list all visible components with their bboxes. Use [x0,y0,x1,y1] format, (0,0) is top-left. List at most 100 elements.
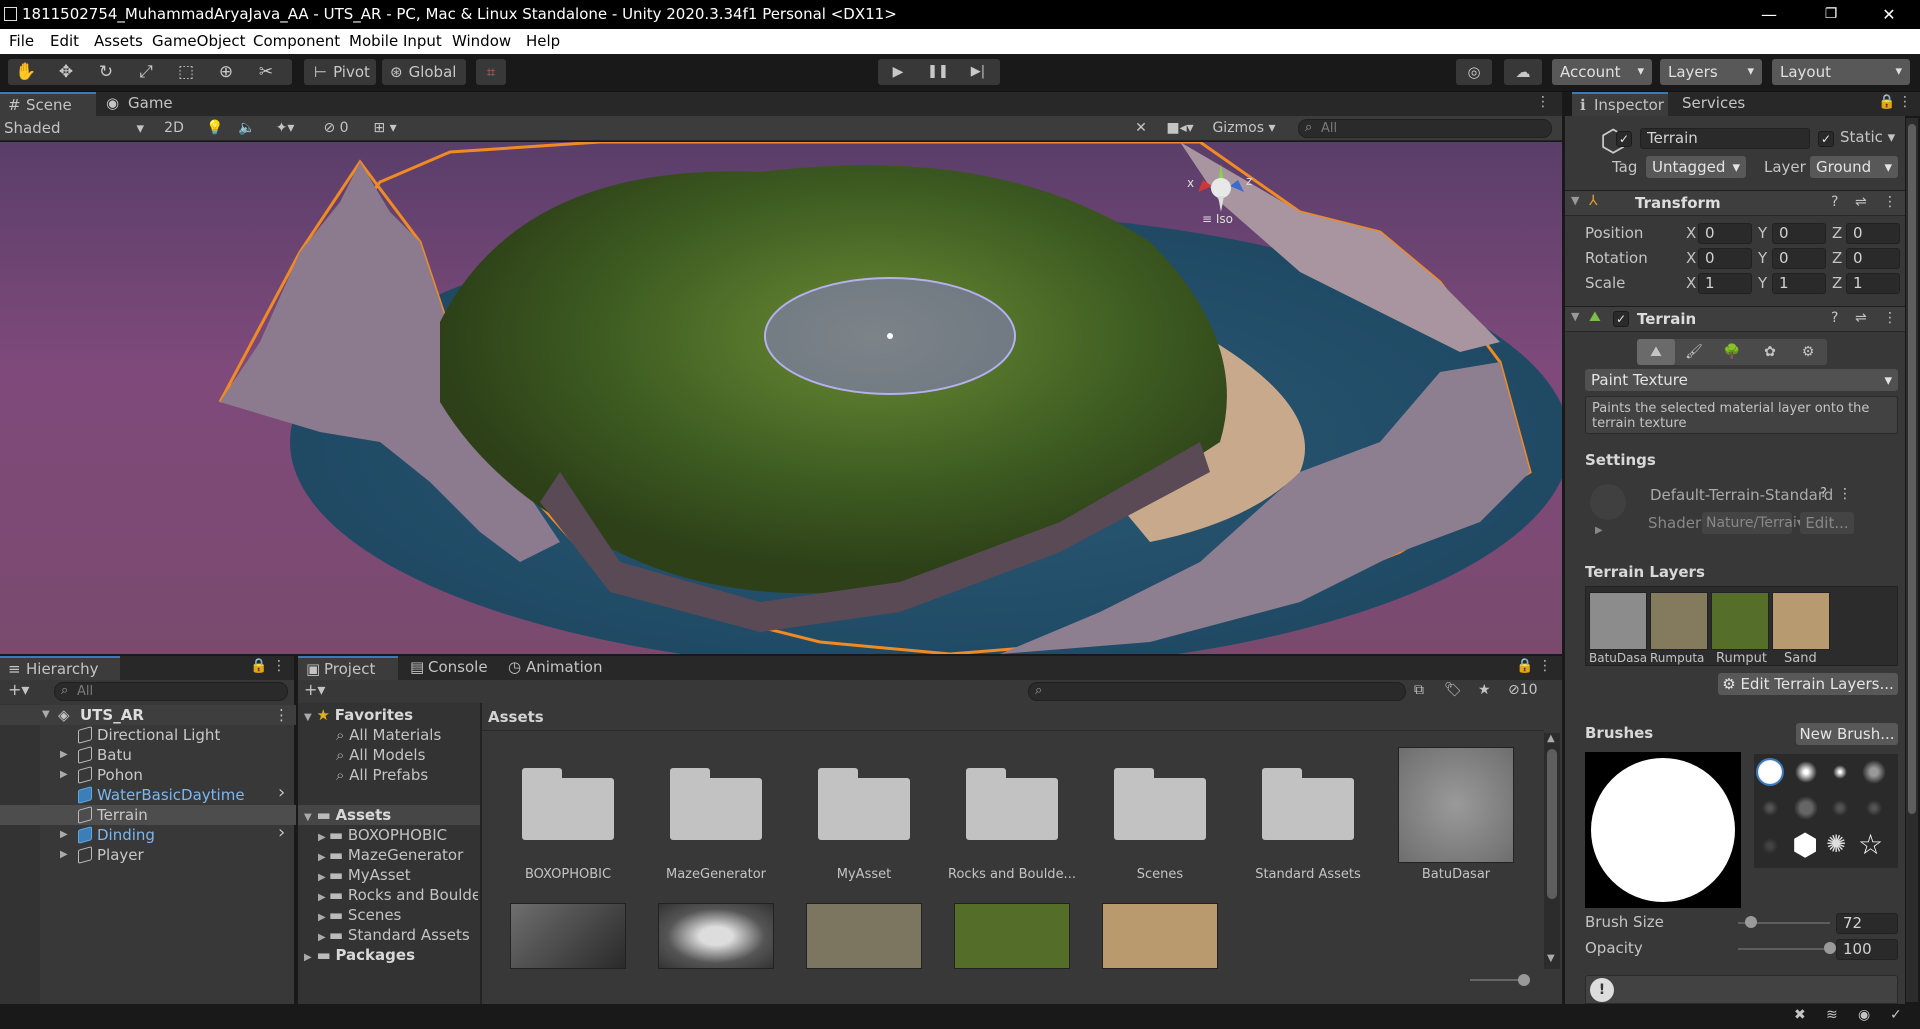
folder-icon[interactable] [1114,766,1206,840]
asset-tree-item[interactable]: ▶ ▬ Rocks and Boulde [318,885,478,905]
foldout-arrow-icon[interactable]: ▶ [318,832,329,843]
brush-dot-icon[interactable] [1826,794,1854,822]
brush-size-field[interactable]: 72 [1836,913,1898,934]
tab-scene[interactable]: # Scene [0,92,96,116]
tab-project[interactable]: ▣ Project [298,656,398,680]
rotation-y-field[interactable]: 0 [1772,248,1826,269]
hidden-objects-toggle[interactable]: ⊘ 0 [316,118,356,139]
tag-dropdown[interactable]: Untagged ▾ [1646,156,1746,178]
scale-y-label[interactable]: Y [1758,272,1767,294]
bug-off-icon[interactable]: ✖ [1794,1007,1806,1023]
scene-menu-icon[interactable]: ⋮ [274,705,289,725]
foldout-arrow-icon[interactable]: ▼ [1571,194,1579,207]
lighting-toggle-icon[interactable]: 💡 [204,118,226,139]
scene-root-row[interactable]: ▼ ◈ UTS_AR ⋮ [0,705,296,725]
position-y-label[interactable]: Y [1758,222,1767,244]
tab-hierarchy[interactable]: ≡ Hierarchy [0,656,120,680]
foldout-arrow-icon[interactable]: ▶ [304,952,312,963]
position-x-field[interactable]: 0 [1698,223,1752,244]
favorite-item[interactable]: ⌕ All Prefabs [336,765,428,785]
scroll-up-icon[interactable]: ▲ [1547,733,1555,744]
edit-terrain-layers-button[interactable]: ⚙ Edit Terrain Layers... [1718,673,1898,695]
favorite-item[interactable]: ⌕ All Materials [336,725,441,745]
brush-small-icon[interactable] [1826,758,1854,786]
custom-tool-icon[interactable]: ✂ [248,59,284,85]
hierarchy-item[interactable]: ▶ Batu [0,745,296,765]
component-menu-icon[interactable]: ⋮ [1883,310,1897,326]
paint-brush-icon[interactable]: 🖌 [1675,339,1713,365]
rotation-z-field[interactable]: 0 [1846,248,1900,269]
project-menu-icon[interactable]: ⋮ [1538,658,1552,674]
asset-label[interactable]: MazeGenerator [646,867,786,882]
scale-x-label[interactable]: X [1686,272,1696,294]
scale-z-label[interactable]: Z [1832,272,1842,294]
folder-icon[interactable] [670,766,762,840]
transform-header[interactable]: ▼ ⅄ Transform ? ⇌ ⋮ [1565,190,1905,216]
brush-hard-icon[interactable] [1756,758,1784,786]
tools-icon[interactable]: ✕ [1130,118,1152,139]
foldout-arrow-icon[interactable]: ▶ [60,745,68,765]
lock-icon[interactable]: 🔒 [1516,658,1533,674]
thumbnail-size-knob[interactable] [1518,974,1530,986]
hierarchy-item[interactable]: ▶ Dinding › [0,823,296,845]
tab-game[interactable]: ◉ Game [98,92,182,116]
new-brush-button[interactable]: New Brush... [1796,723,1898,745]
brush-hexagon-icon[interactable]: ⬢ [1792,828,1818,863]
asset-thumb-rumput[interactable] [954,903,1070,969]
opacity-slider[interactable] [1738,942,1836,954]
static-dropdown[interactable]: Static ▾ [1840,128,1895,146]
layer-thumb-sand[interactable] [1772,592,1830,650]
trees-icon[interactable]: 🌳 [1713,339,1751,365]
active-checkbox[interactable]: ✓ [1616,131,1632,147]
brush-soft-icon[interactable] [1792,758,1820,786]
foldout-arrow-icon[interactable]: ▼ [304,712,312,723]
opacity-slider-knob[interactable] [1824,942,1836,954]
hierarchy-menu-icon[interactable]: ⋮ [272,658,286,674]
foldout-arrow-icon[interactable]: ▶ [318,852,329,863]
foldout-arrow-icon[interactable]: ▶ [60,825,68,845]
hidden-packages-toggle[interactable]: ⊘10 [1508,682,1538,698]
brush-burst-icon[interactable]: ✺ [1826,830,1846,858]
rotation-x-label[interactable]: X [1686,247,1696,269]
scene-viewport[interactable]: y x z ≡ Iso [0,142,1562,654]
foldout-arrow-icon[interactable]: ▶ [318,872,329,883]
scale-tool-icon[interactable]: ⤢ [128,59,164,85]
restore-button[interactable]: ❐ [1808,0,1854,29]
scale-z-field[interactable]: 1 [1846,273,1900,294]
position-z-field[interactable]: 0 [1846,223,1900,244]
scroll-thumb[interactable] [1547,749,1557,899]
scene-search-input[interactable]: All [1298,119,1552,138]
terrain-tool-dropdown[interactable]: Paint Texture ▾ [1585,369,1898,391]
pause-icon[interactable]: ❚❚ [920,59,956,85]
menu-component[interactable]: Component [253,32,340,50]
lighting-status-icon[interactable]: ◉ [1858,1007,1870,1023]
component-menu-icon[interactable]: ⋮ [1883,194,1897,210]
hierarchy-item[interactable]: WaterBasicDaytime › [0,783,296,805]
folder-icon[interactable] [522,766,614,840]
scroll-down-icon[interactable]: ▼ [1547,953,1555,964]
object-name-field[interactable]: Terrain [1640,128,1810,149]
details-icon[interactable]: ✿ [1751,339,1789,365]
shading-mode-dropdown[interactable]: Shaded ▾ [4,118,148,139]
menu-window[interactable]: Window [452,32,511,50]
terrain-component-header[interactable]: ▼ ⛰ ✓ Terrain ? ⇌ ⋮ [1565,306,1905,332]
layers-status-icon[interactable]: ≋ [1826,1007,1838,1023]
texture-thumbnail[interactable] [1398,747,1514,863]
menu-assets[interactable]: Assets [94,32,143,50]
hand-tool-icon[interactable]: ✋ [8,59,44,85]
tab-services[interactable]: Services [1670,92,1760,116]
check-status-icon[interactable]: ✓ [1890,1007,1902,1023]
project-search-input[interactable] [1028,682,1406,701]
rect-tool-icon[interactable]: ⬚ [168,59,204,85]
favorites-row[interactable]: ▼ ★ Favorites [304,705,413,725]
folder-icon[interactable] [966,766,1058,840]
hierarchy-item[interactable]: Terrain [0,805,296,825]
scene-tab-menu-icon[interactable]: ⋮ [1536,94,1550,110]
lock-icon[interactable]: 🔒 [1878,94,1895,110]
brush-size-slider[interactable] [1738,916,1830,928]
asset-label[interactable]: BOXOPHOBIC [498,867,638,882]
assets-root-row[interactable]: ▼ ▬ Assets [298,805,480,825]
shader-dropdown[interactable]: Nature/Terrai▾ [1702,512,1804,534]
tab-animation[interactable]: ◷ Animation [500,656,610,680]
raise-terrain-icon[interactable]: ⛰ [1637,339,1675,365]
